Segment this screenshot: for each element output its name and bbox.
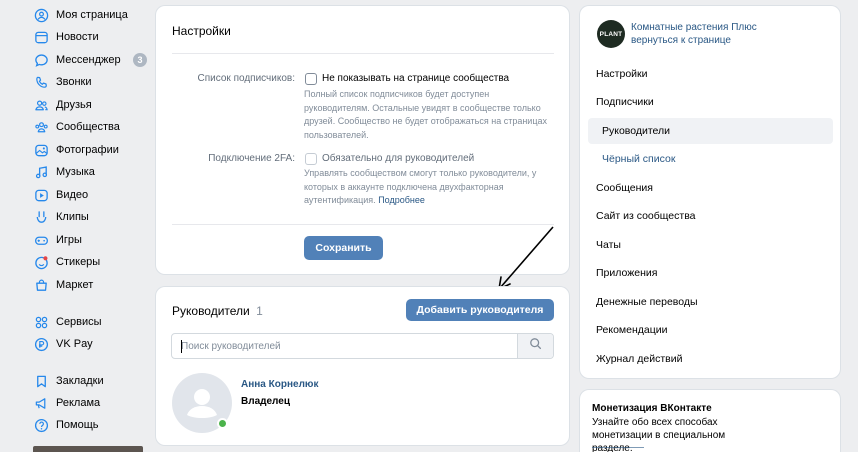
nav-item-friends[interactable]: Друзья [26, 94, 151, 116]
nav-label: VK Pay [56, 338, 93, 350]
sticker-icon [33, 254, 49, 270]
user-circle-icon [33, 7, 49, 23]
bookmark-icon [33, 373, 49, 389]
megaphone-icon [33, 395, 49, 411]
newspaper-icon [33, 29, 49, 45]
save-button[interactable]: Сохранить [304, 236, 383, 260]
nav-label: Мессенджер [56, 54, 121, 66]
services-grid-icon [33, 314, 49, 330]
gamepad-icon [33, 232, 49, 248]
promo-link-cut[interactable] [592, 447, 644, 452]
search-icon [529, 337, 542, 355]
phone-icon [33, 74, 49, 90]
menu-item-messages[interactable]: Сообщения [596, 182, 653, 194]
nav-item-communities[interactable]: Сообщества [26, 116, 151, 138]
nav-item-music[interactable]: Музыка [26, 161, 151, 183]
nav-item-video[interactable]: Видео [26, 184, 151, 206]
nav-item-clips[interactable]: Клипы [26, 206, 151, 228]
annotation-arrow-icon [498, 226, 554, 290]
twofa-hint: Управлять сообществом смогут только руко… [304, 167, 554, 208]
music-icon [33, 164, 49, 180]
nav-item-help[interactable]: Помощь [26, 414, 151, 436]
nav-item-calls[interactable]: Звонки [26, 71, 151, 93]
add-leader-button[interactable]: Добавить руководителя [406, 299, 554, 321]
leaders-title-text: Руководители [172, 304, 250, 318]
market-bag-icon [33, 277, 49, 293]
left-bottom-thumbnail [33, 446, 143, 452]
nav-item-photos[interactable]: Фотографии [26, 139, 151, 161]
leader-name[interactable]: Анна Корнелюк [241, 379, 318, 390]
leaders-count: 1 [256, 304, 263, 318]
nav-label: Моя страница [56, 9, 128, 21]
nav-item-my-page[interactable]: Моя страница [26, 4, 151, 26]
leaders-search-input[interactable] [172, 334, 518, 358]
nav-item-news[interactable]: Новости [26, 26, 151, 48]
menu-item-subscribers[interactable]: Подписчики [596, 96, 654, 108]
require-2fa-checkbox[interactable] [305, 153, 317, 165]
nav-item-services[interactable]: Сервисы [26, 311, 151, 333]
message-icon [33, 52, 49, 68]
friends-icon [33, 97, 49, 113]
text-caret [181, 340, 182, 353]
settings-title: Настройки [172, 24, 231, 38]
hide-subscribers-label[interactable]: Не показывать на странице сообщества [322, 73, 509, 84]
nav-label: Помощь [56, 419, 99, 431]
back-to-page-link[interactable]: вернуться к странице [631, 35, 731, 46]
nav-item-messenger[interactable]: Мессенджер 3 [26, 49, 151, 71]
clips-icon [33, 209, 49, 225]
twofa-label: Подключение 2FA: [208, 153, 295, 164]
communities-icon [33, 119, 49, 135]
help-icon [33, 417, 49, 433]
nav-label: Звонки [56, 76, 92, 88]
divider [172, 53, 554, 54]
community-name[interactable]: Комнатные растения Плюс [631, 22, 757, 33]
search-button[interactable] [517, 334, 553, 358]
menu-item-money-transfers[interactable]: Денежные переводы [596, 296, 698, 308]
nav-item-market[interactable]: Маркет [26, 274, 151, 296]
nav-label: Видео [56, 189, 89, 201]
menu-item-blacklist[interactable]: Чёрный список [602, 153, 675, 165]
menu-item-site[interactable]: Сайт из сообщества [596, 210, 696, 222]
promo-title: Монетизация ВКонтакте [592, 403, 712, 414]
leader-role: Владелец [241, 396, 290, 407]
subscribers-hint: Полный список подписчиков будет доступен… [304, 89, 547, 140]
menu-item-leaders[interactable]: Руководители [602, 125, 670, 137]
vkpay-icon [33, 336, 49, 352]
menu-item-apps[interactable]: Приложения [596, 267, 657, 279]
hide-subscribers-checkbox[interactable] [305, 73, 317, 85]
menu-item-chats[interactable]: Чаты [596, 239, 621, 251]
subscribers-list-label: Список подписчиков: [197, 73, 295, 84]
nav-label: Реклама [56, 397, 101, 409]
logo-text: PLANT [599, 30, 623, 38]
nav-label: Сервисы [56, 316, 102, 328]
nav-item-stickers[interactable]: Стикеры [26, 251, 151, 273]
leaders-title: Руководители 1 [172, 304, 263, 318]
video-icon [33, 187, 49, 203]
nav-item-games[interactable]: Игры [26, 229, 151, 251]
nav-item-ads[interactable]: Реклама [26, 392, 151, 414]
leaders-search [171, 333, 554, 359]
nav-label: Музыка [56, 166, 95, 178]
menu-item-settings[interactable]: Настройки [596, 68, 648, 80]
menu-item-recommendations[interactable]: Рекомендации [596, 324, 668, 336]
twofa-more-link[interactable]: Подробнее [378, 195, 425, 205]
nav-label: Закладки [56, 375, 104, 387]
nav-label: Сообщества [56, 121, 120, 133]
community-logo[interactable]: PLANT [597, 20, 625, 48]
nav-label: Новости [56, 31, 99, 43]
menu-item-action-log[interactable]: Журнал действий [596, 353, 682, 365]
nav-label: Друзья [56, 99, 92, 111]
nav-label: Маркет [56, 279, 94, 291]
nav-label: Клипы [56, 211, 89, 223]
nav-label: Стикеры [56, 256, 101, 268]
nav-item-bookmarks[interactable]: Закладки [26, 370, 151, 392]
nav-label: Фотографии [56, 144, 119, 156]
online-indicator [217, 418, 228, 429]
unread-badge: 3 [133, 53, 147, 67]
nav-item-vkpay[interactable]: VK Pay [26, 333, 151, 355]
require-2fa-label[interactable]: Обязательно для руководителей [322, 153, 474, 164]
photo-icon [33, 142, 49, 158]
nav-label: Игры [56, 234, 82, 246]
